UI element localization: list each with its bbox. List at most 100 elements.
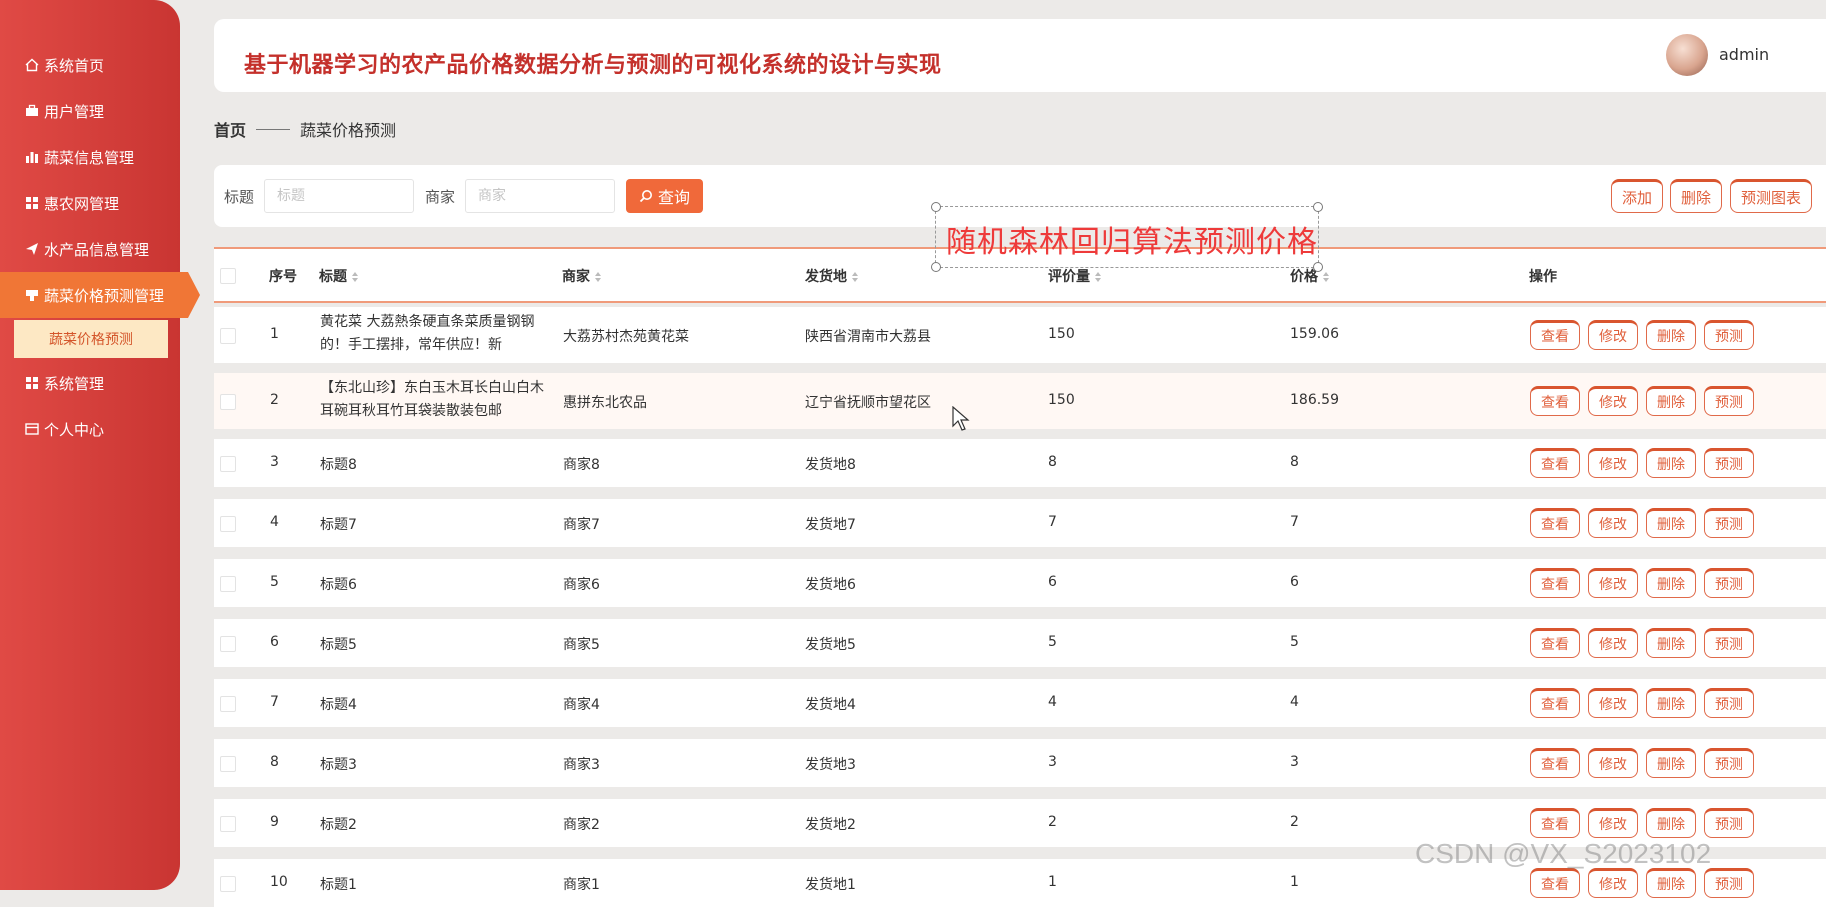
table-row[interactable]: 6 标题5 商家5 发货地5 5 5 查看 修改 删除 预测 bbox=[214, 619, 1826, 667]
sidebar-item-label: 蔬菜价格预测管理 bbox=[44, 286, 165, 305]
row-checkbox[interactable] bbox=[220, 636, 236, 652]
resize-handle[interactable] bbox=[1313, 202, 1323, 212]
table-row[interactable]: 5 标题6 商家6 发货地6 6 6 查看 修改 删除 预测 bbox=[214, 559, 1826, 607]
delete-button[interactable]: 删除 bbox=[1646, 868, 1696, 898]
table-row[interactable]: 7 标题4 商家4 发货地4 4 4 查看 修改 删除 预测 bbox=[214, 679, 1826, 727]
table-row[interactable]: 4 标题7 商家7 发货地7 7 7 查看 修改 删除 预测 bbox=[214, 499, 1826, 547]
sidebar-item-aquatic[interactable]: 水产品信息管理 bbox=[0, 226, 180, 272]
table-row[interactable]: 3 标题8 商家8 发货地8 8 8 查看 修改 删除 预测 bbox=[214, 439, 1826, 487]
view-button[interactable]: 查看 bbox=[1530, 868, 1580, 898]
submenu-vegetable-price-forecast[interactable]: 蔬菜价格预测 bbox=[14, 320, 168, 358]
row-checkbox[interactable] bbox=[220, 696, 236, 712]
breadcrumb-home[interactable]: 首页 bbox=[214, 117, 246, 141]
cup-icon bbox=[24, 287, 40, 303]
row-checkbox[interactable] bbox=[220, 816, 236, 832]
delete-button[interactable]: 删除 bbox=[1646, 448, 1696, 478]
cell-merchant: 大荔苏村杰苑黄花菜 bbox=[563, 329, 689, 345]
sidebar-item-system[interactable]: 系统管理 bbox=[0, 360, 180, 406]
edit-button[interactable]: 修改 bbox=[1588, 448, 1638, 478]
row-checkbox[interactable] bbox=[220, 756, 236, 772]
cell-merchant: 商家5 bbox=[563, 637, 600, 653]
cell-origin: 发货地6 bbox=[805, 577, 856, 593]
delete-button[interactable]: 删除 bbox=[1646, 628, 1696, 658]
delete-button[interactable]: 删除 bbox=[1646, 568, 1696, 598]
row-checkbox[interactable] bbox=[220, 328, 236, 344]
view-button[interactable]: 查看 bbox=[1530, 508, 1580, 538]
username[interactable]: admin bbox=[1719, 45, 1769, 64]
table-row[interactable]: 1 黄花菜 大荔熱条硬直条菜质量钢钢 的！手工摆排，常年供应！新 大荔苏村杰苑黄花菜 陕… bbox=[214, 307, 1826, 363]
resize-handle[interactable] bbox=[931, 202, 941, 212]
delete-button[interactable]: 删除 bbox=[1646, 688, 1696, 718]
cell-merchant: 商家3 bbox=[563, 757, 600, 773]
sidebar-item-home[interactable]: 系统首页 bbox=[0, 42, 180, 88]
forecast-chart-button[interactable]: 预测图表 bbox=[1730, 179, 1812, 213]
predict-button[interactable]: 预测 bbox=[1704, 386, 1754, 416]
resize-handle[interactable] bbox=[1313, 262, 1323, 272]
delete-button[interactable]: 删除 bbox=[1646, 508, 1696, 538]
delete-button[interactable]: 删除 bbox=[1670, 179, 1722, 213]
predict-button[interactable]: 预测 bbox=[1704, 688, 1754, 718]
row-checkbox[interactable] bbox=[220, 394, 236, 410]
cell-origin: 发货地7 bbox=[805, 517, 856, 533]
sidebar-item-vegetable-info[interactable]: 蔬菜信息管理 bbox=[0, 134, 180, 180]
predict-button[interactable]: 预测 bbox=[1704, 808, 1754, 838]
delete-button[interactable]: 删除 bbox=[1646, 748, 1696, 778]
edit-button[interactable]: 修改 bbox=[1588, 508, 1638, 538]
row-checkbox[interactable] bbox=[220, 576, 236, 592]
annotation-box[interactable]: 随机森林回归算法预测价格 bbox=[931, 202, 1323, 272]
view-button[interactable]: 查看 bbox=[1530, 568, 1580, 598]
sidebar-item-price-forecast[interactable]: 蔬菜价格预测管理 bbox=[0, 272, 200, 318]
column-header-merchant[interactable]: 商家 bbox=[562, 266, 602, 286]
column-header-price[interactable]: 价格 bbox=[1290, 266, 1330, 286]
table-row[interactable]: 2 【东北山珍】东白玉木耳长白山白木 耳碗耳秋耳竹耳袋装散装包邮 惠拼东北农品 辽宁省抚… bbox=[214, 373, 1826, 429]
mouse-cursor-icon bbox=[952, 406, 970, 431]
view-button[interactable]: 查看 bbox=[1530, 386, 1580, 416]
edit-button[interactable]: 修改 bbox=[1588, 568, 1638, 598]
column-header-reviews[interactable]: 评价量 bbox=[1048, 266, 1102, 286]
delete-button[interactable]: 删除 bbox=[1646, 320, 1696, 350]
sidebar-item-users[interactable]: 用户管理 bbox=[0, 88, 180, 134]
sidebar-item-huinong[interactable]: 惠农网管理 bbox=[0, 180, 180, 226]
avatar[interactable] bbox=[1666, 34, 1708, 76]
predict-button[interactable]: 预测 bbox=[1704, 448, 1754, 478]
cell-price: 159.06 bbox=[1290, 326, 1339, 342]
title-search-input[interactable] bbox=[264, 179, 414, 213]
predict-button[interactable]: 预测 bbox=[1704, 568, 1754, 598]
view-button[interactable]: 查看 bbox=[1530, 748, 1580, 778]
delete-button[interactable]: 删除 bbox=[1646, 808, 1696, 838]
cell-index: 10 bbox=[270, 874, 288, 890]
add-button[interactable]: 添加 bbox=[1611, 179, 1663, 213]
view-button[interactable]: 查看 bbox=[1530, 320, 1580, 350]
view-button[interactable]: 查看 bbox=[1530, 808, 1580, 838]
predict-button[interactable]: 预测 bbox=[1704, 320, 1754, 350]
merchant-search-input[interactable] bbox=[465, 179, 615, 213]
edit-button[interactable]: 修改 bbox=[1588, 748, 1638, 778]
cell-reviews: 150 bbox=[1048, 326, 1075, 342]
select-all-checkbox[interactable] bbox=[220, 268, 236, 284]
edit-button[interactable]: 修改 bbox=[1588, 628, 1638, 658]
edit-button[interactable]: 修改 bbox=[1588, 868, 1638, 898]
column-header-origin[interactable]: 发货地 bbox=[805, 266, 859, 286]
edit-button[interactable]: 修改 bbox=[1588, 808, 1638, 838]
cell-merchant: 惠拼东北农品 bbox=[563, 395, 647, 411]
table-row[interactable]: 8 标题3 商家3 发货地3 3 3 查看 修改 删除 预测 bbox=[214, 739, 1826, 787]
view-button[interactable]: 查看 bbox=[1530, 628, 1580, 658]
view-button[interactable]: 查看 bbox=[1530, 448, 1580, 478]
cell-merchant: 商家7 bbox=[563, 517, 600, 533]
predict-button[interactable]: 预测 bbox=[1704, 628, 1754, 658]
predict-button[interactable]: 预测 bbox=[1704, 748, 1754, 778]
edit-button[interactable]: 修改 bbox=[1588, 386, 1638, 416]
briefcase-icon bbox=[24, 103, 40, 119]
predict-button[interactable]: 预测 bbox=[1704, 508, 1754, 538]
resize-handle[interactable] bbox=[931, 262, 941, 272]
edit-button[interactable]: 修改 bbox=[1588, 320, 1638, 350]
edit-button[interactable]: 修改 bbox=[1588, 688, 1638, 718]
row-checkbox[interactable] bbox=[220, 516, 236, 532]
query-button[interactable]: 查询 bbox=[626, 179, 703, 213]
column-header-title[interactable]: 标题 bbox=[319, 266, 359, 286]
sidebar-item-profile[interactable]: 个人中心 bbox=[0, 406, 180, 452]
delete-button[interactable]: 删除 bbox=[1646, 386, 1696, 416]
predict-button[interactable]: 预测 bbox=[1704, 868, 1754, 898]
view-button[interactable]: 查看 bbox=[1530, 688, 1580, 718]
row-checkbox[interactable] bbox=[220, 456, 236, 472]
